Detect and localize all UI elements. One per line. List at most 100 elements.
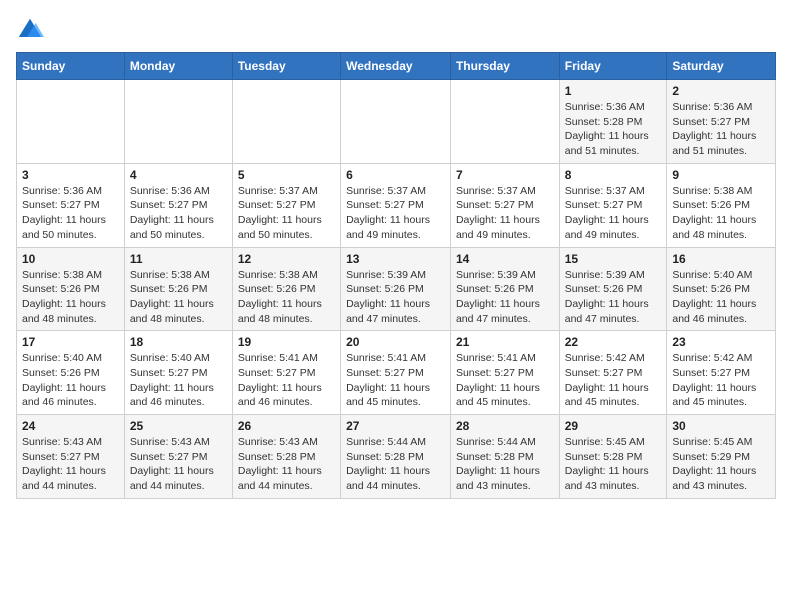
day-info: Sunrise: 5:40 AM Sunset: 5:26 PM Dayligh… bbox=[672, 268, 770, 327]
day-number: 10 bbox=[22, 252, 119, 266]
day-number: 18 bbox=[130, 335, 227, 349]
day-number: 1 bbox=[565, 84, 662, 98]
calendar-cell: 8 Sunrise: 5:37 AM Sunset: 5:27 PM Daylig… bbox=[559, 163, 667, 247]
calendar-cell: 4 Sunrise: 5:36 AM Sunset: 5:27 PM Daylig… bbox=[124, 163, 232, 247]
day-number: 14 bbox=[456, 252, 554, 266]
day-number: 21 bbox=[456, 335, 554, 349]
calendar-cell: 25 Sunrise: 5:43 AM Sunset: 5:27 PM Dayli… bbox=[124, 415, 232, 499]
day-number: 23 bbox=[672, 335, 770, 349]
day-number: 7 bbox=[456, 168, 554, 182]
calendar-week-row: 10 Sunrise: 5:38 AM Sunset: 5:26 PM Dayli… bbox=[17, 247, 776, 331]
day-info: Sunrise: 5:36 AM Sunset: 5:28 PM Dayligh… bbox=[565, 100, 662, 159]
day-info: Sunrise: 5:36 AM Sunset: 5:27 PM Dayligh… bbox=[130, 184, 227, 243]
calendar-cell bbox=[124, 80, 232, 164]
calendar-cell: 19 Sunrise: 5:41 AM Sunset: 5:27 PM Dayli… bbox=[232, 331, 340, 415]
day-info: Sunrise: 5:36 AM Sunset: 5:27 PM Dayligh… bbox=[672, 100, 770, 159]
day-info: Sunrise: 5:41 AM Sunset: 5:27 PM Dayligh… bbox=[456, 351, 554, 410]
day-info: Sunrise: 5:45 AM Sunset: 5:29 PM Dayligh… bbox=[672, 435, 770, 494]
day-info: Sunrise: 5:38 AM Sunset: 5:26 PM Dayligh… bbox=[238, 268, 335, 327]
calendar-cell bbox=[232, 80, 340, 164]
day-number: 15 bbox=[565, 252, 662, 266]
calendar-header-tuesday: Tuesday bbox=[232, 53, 340, 80]
calendar-cell: 13Sunrise: 5:39 AM Sunset: 5:26 PM Dayli… bbox=[341, 247, 451, 331]
calendar-cell: 27 Sunrise: 5:44 AM Sunset: 5:28 PM Dayli… bbox=[341, 415, 451, 499]
day-info: Sunrise: 5:42 AM Sunset: 5:27 PM Dayligh… bbox=[672, 351, 770, 410]
calendar-week-row: 24Sunrise: 5:43 AM Sunset: 5:27 PM Dayli… bbox=[17, 415, 776, 499]
day-info: Sunrise: 5:37 AM Sunset: 5:27 PM Dayligh… bbox=[565, 184, 662, 243]
day-info: Sunrise: 5:43 AM Sunset: 5:27 PM Dayligh… bbox=[130, 435, 227, 494]
day-number: 27 bbox=[346, 419, 445, 433]
day-number: 25 bbox=[130, 419, 227, 433]
day-number: 12 bbox=[238, 252, 335, 266]
day-info: Sunrise: 5:45 AM Sunset: 5:28 PM Dayligh… bbox=[565, 435, 662, 494]
day-info: Sunrise: 5:37 AM Sunset: 5:27 PM Dayligh… bbox=[346, 184, 445, 243]
day-info: Sunrise: 5:38 AM Sunset: 5:26 PM Dayligh… bbox=[22, 268, 119, 327]
day-number: 26 bbox=[238, 419, 335, 433]
calendar-cell bbox=[341, 80, 451, 164]
day-info: Sunrise: 5:37 AM Sunset: 5:27 PM Dayligh… bbox=[238, 184, 335, 243]
calendar-week-row: 17Sunrise: 5:40 AM Sunset: 5:26 PM Dayli… bbox=[17, 331, 776, 415]
day-number: 28 bbox=[456, 419, 554, 433]
calendar-cell: 11 Sunrise: 5:38 AM Sunset: 5:26 PM Dayli… bbox=[124, 247, 232, 331]
calendar-cell: 5 Sunrise: 5:37 AM Sunset: 5:27 PM Daylig… bbox=[232, 163, 340, 247]
calendar-header-friday: Friday bbox=[559, 53, 667, 80]
day-info: Sunrise: 5:44 AM Sunset: 5:28 PM Dayligh… bbox=[346, 435, 445, 494]
calendar-cell: 30 Sunrise: 5:45 AM Sunset: 5:29 PM Dayli… bbox=[667, 415, 776, 499]
calendar-header-saturday: Saturday bbox=[667, 53, 776, 80]
day-number: 9 bbox=[672, 168, 770, 182]
calendar-week-row: 1 Sunrise: 5:36 AM Sunset: 5:28 PM Daylig… bbox=[17, 80, 776, 164]
calendar-cell: 2 Sunrise: 5:36 AM Sunset: 5:27 PM Daylig… bbox=[667, 80, 776, 164]
calendar-cell: 17Sunrise: 5:40 AM Sunset: 5:26 PM Dayli… bbox=[17, 331, 125, 415]
calendar-header-sunday: Sunday bbox=[17, 53, 125, 80]
day-info: Sunrise: 5:37 AM Sunset: 5:27 PM Dayligh… bbox=[456, 184, 554, 243]
day-number: 5 bbox=[238, 168, 335, 182]
day-number: 19 bbox=[238, 335, 335, 349]
day-info: Sunrise: 5:36 AM Sunset: 5:27 PM Dayligh… bbox=[22, 184, 119, 243]
logo-icon bbox=[16, 16, 44, 44]
calendar-cell: 6 Sunrise: 5:37 AM Sunset: 5:27 PM Daylig… bbox=[341, 163, 451, 247]
day-number: 8 bbox=[565, 168, 662, 182]
calendar-cell: 20 Sunrise: 5:41 AM Sunset: 5:27 PM Dayli… bbox=[341, 331, 451, 415]
calendar-cell: 28Sunrise: 5:44 AM Sunset: 5:28 PM Dayli… bbox=[450, 415, 559, 499]
day-info: Sunrise: 5:38 AM Sunset: 5:26 PM Dayligh… bbox=[672, 184, 770, 243]
calendar-cell bbox=[17, 80, 125, 164]
day-number: 6 bbox=[346, 168, 445, 182]
day-number: 11 bbox=[130, 252, 227, 266]
calendar-cell bbox=[450, 80, 559, 164]
calendar-cell: 16 Sunrise: 5:40 AM Sunset: 5:26 PM Dayli… bbox=[667, 247, 776, 331]
day-number: 17 bbox=[22, 335, 119, 349]
day-info: Sunrise: 5:38 AM Sunset: 5:26 PM Dayligh… bbox=[130, 268, 227, 327]
day-info: Sunrise: 5:42 AM Sunset: 5:27 PM Dayligh… bbox=[565, 351, 662, 410]
calendar: SundayMondayTuesdayWednesdayThursdayFrid… bbox=[16, 52, 776, 499]
calendar-cell: 12 Sunrise: 5:38 AM Sunset: 5:26 PM Dayli… bbox=[232, 247, 340, 331]
day-number: 16 bbox=[672, 252, 770, 266]
day-number: 2 bbox=[672, 84, 770, 98]
calendar-cell: 1 Sunrise: 5:36 AM Sunset: 5:28 PM Daylig… bbox=[559, 80, 667, 164]
calendar-cell: 29 Sunrise: 5:45 AM Sunset: 5:28 PM Dayli… bbox=[559, 415, 667, 499]
logo bbox=[16, 16, 48, 44]
calendar-week-row: 3Sunrise: 5:36 AM Sunset: 5:27 PM Daylig… bbox=[17, 163, 776, 247]
calendar-cell: 14 Sunrise: 5:39 AM Sunset: 5:26 PM Dayli… bbox=[450, 247, 559, 331]
day-number: 29 bbox=[565, 419, 662, 433]
day-number: 13 bbox=[346, 252, 445, 266]
day-info: Sunrise: 5:39 AM Sunset: 5:26 PM Dayligh… bbox=[565, 268, 662, 327]
calendar-cell: 10 Sunrise: 5:38 AM Sunset: 5:26 PM Dayli… bbox=[17, 247, 125, 331]
calendar-cell: 24Sunrise: 5:43 AM Sunset: 5:27 PM Dayli… bbox=[17, 415, 125, 499]
calendar-cell: 23 Sunrise: 5:42 AM Sunset: 5:27 PM Dayli… bbox=[667, 331, 776, 415]
day-info: Sunrise: 5:41 AM Sunset: 5:27 PM Dayligh… bbox=[238, 351, 335, 410]
header bbox=[16, 16, 776, 44]
calendar-cell: 22Sunrise: 5:42 AM Sunset: 5:27 PM Dayli… bbox=[559, 331, 667, 415]
day-info: Sunrise: 5:41 AM Sunset: 5:27 PM Dayligh… bbox=[346, 351, 445, 410]
day-number: 4 bbox=[130, 168, 227, 182]
day-info: Sunrise: 5:39 AM Sunset: 5:26 PM Dayligh… bbox=[456, 268, 554, 327]
day-info: Sunrise: 5:40 AM Sunset: 5:27 PM Dayligh… bbox=[130, 351, 227, 410]
calendar-cell: 15 Sunrise: 5:39 AM Sunset: 5:26 PM Dayli… bbox=[559, 247, 667, 331]
day-number: 30 bbox=[672, 419, 770, 433]
calendar-cell: 3Sunrise: 5:36 AM Sunset: 5:27 PM Daylig… bbox=[17, 163, 125, 247]
calendar-cell: 21 Sunrise: 5:41 AM Sunset: 5:27 PM Dayli… bbox=[450, 331, 559, 415]
calendar-cell: 7 Sunrise: 5:37 AM Sunset: 5:27 PM Daylig… bbox=[450, 163, 559, 247]
day-number: 20 bbox=[346, 335, 445, 349]
calendar-cell: 26Sunrise: 5:43 AM Sunset: 5:28 PM Dayli… bbox=[232, 415, 340, 499]
calendar-header-thursday: Thursday bbox=[450, 53, 559, 80]
calendar-cell: 9 Sunrise: 5:38 AM Sunset: 5:26 PM Daylig… bbox=[667, 163, 776, 247]
